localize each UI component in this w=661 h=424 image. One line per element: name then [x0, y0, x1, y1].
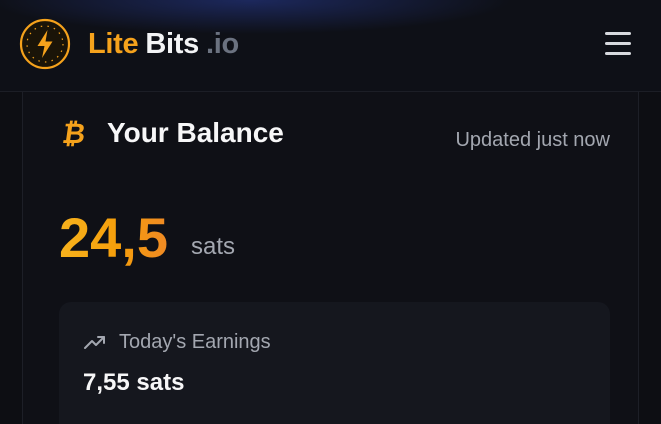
- lightning-bolt-coin-icon[interactable]: [19, 18, 71, 70]
- brand-bits: Bits: [145, 28, 199, 60]
- balance-card: ₿ Your Balance Updated just now 24,5 sat…: [22, 92, 639, 424]
- brand-domain: .io: [205, 28, 239, 60]
- app-page: Lite Bits .io ₿ Your Balance Updated just …: [0, 0, 661, 424]
- trending-up-icon: [84, 336, 105, 349]
- balance-amount: 24,5: [59, 206, 168, 269]
- balance-title: Your Balance: [107, 117, 284, 148]
- hamburger-menu-icon: [605, 32, 631, 35]
- brand-lite: Lite: [88, 28, 139, 60]
- hamburger-menu-button[interactable]: [600, 28, 636, 60]
- balance-unit: sats: [191, 233, 236, 260]
- earnings-label: Today's Earnings: [119, 331, 271, 353]
- top-header: Lite Bits .io: [0, 0, 661, 92]
- brand-name[interactable]: Lite Bits .io: [88, 27, 239, 61]
- updated-status: Updated just now: [455, 129, 610, 151]
- todays-earnings-panel: Today's Earnings 7,55 sats: [59, 302, 610, 424]
- earnings-value: 7,55 sats: [83, 369, 185, 396]
- bitcoin-icon: ₿: [63, 117, 88, 150]
- svg-text:₿: ₿: [63, 117, 88, 150]
